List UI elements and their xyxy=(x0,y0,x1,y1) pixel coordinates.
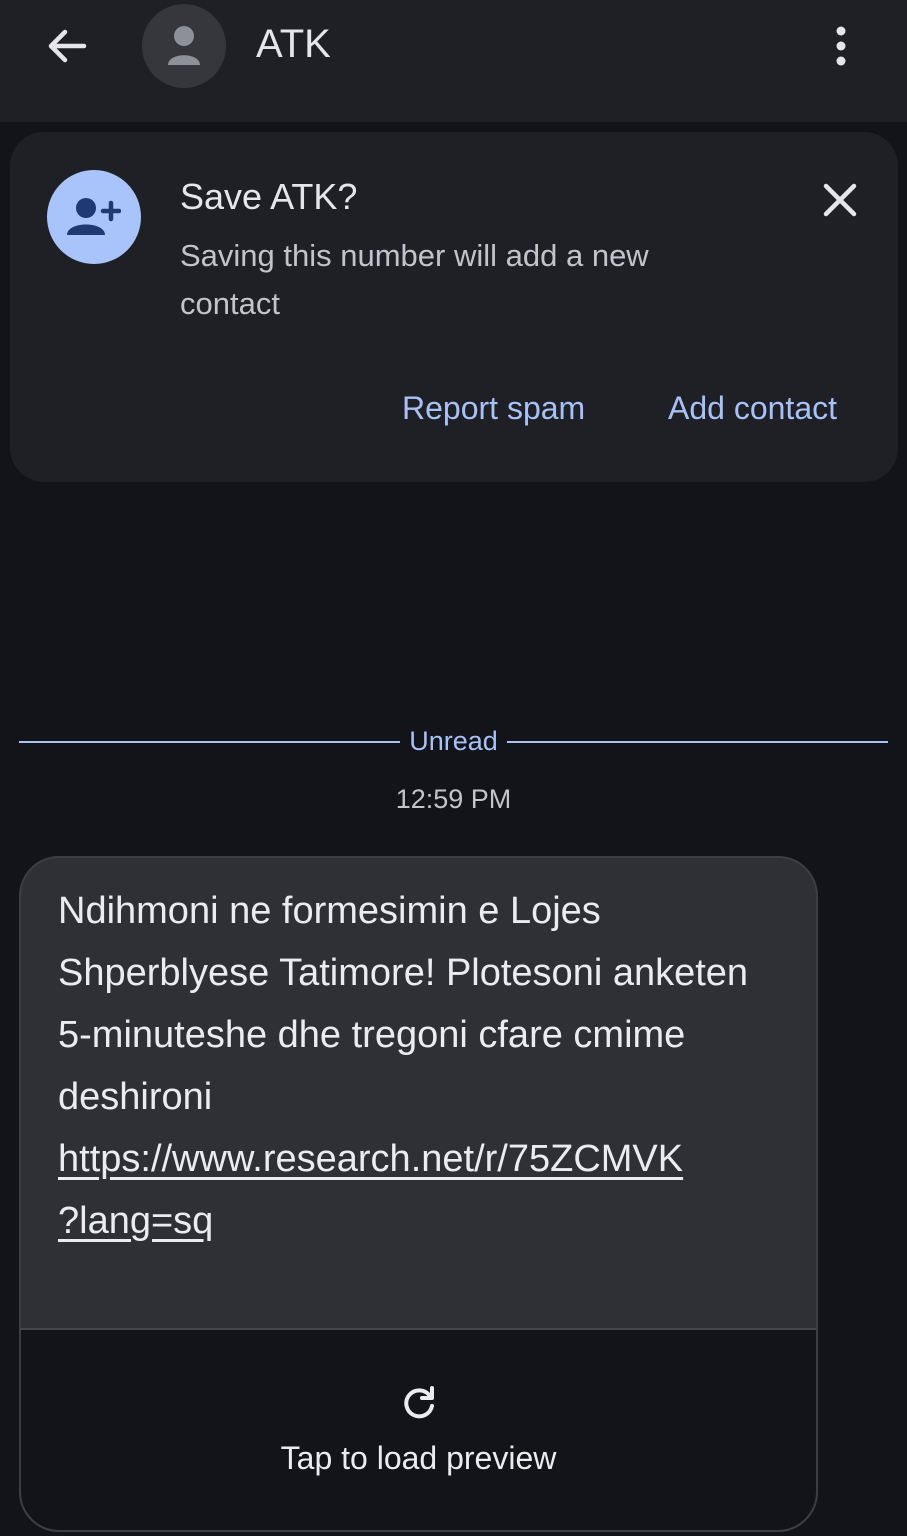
avatar[interactable] xyxy=(142,4,226,88)
person-icon xyxy=(168,26,200,65)
save-card-title: Save ATK? xyxy=(180,176,358,217)
more-vert-icon xyxy=(836,26,846,66)
save-card-description: Saving this number will add a new contac… xyxy=(180,238,649,321)
message-timestamp: 12:59 PM xyxy=(395,784,512,814)
arrow-left-icon xyxy=(48,29,87,63)
message-text: Ndihmoni ne formesimin e Lojes Shperblye… xyxy=(58,880,788,1252)
message-link[interactable]: https://www.research.net/r/75ZCMVK ?lang=… xyxy=(58,1138,683,1242)
unread-divider-left xyxy=(19,741,400,743)
back-button[interactable] xyxy=(36,20,96,72)
add-person-icon xyxy=(67,198,121,235)
link-preview-button[interactable]: Tap to load preview xyxy=(21,1328,816,1530)
save-contact-card: Save ATK? Saving this number will add a … xyxy=(10,132,898,482)
conversation-title: ATK xyxy=(256,22,331,66)
preview-label: Tap to load preview xyxy=(280,1440,557,1476)
unread-divider-right xyxy=(507,741,888,743)
top-app-bar: ATK xyxy=(0,0,907,122)
add-contact-button[interactable]: Add contact xyxy=(668,390,837,427)
unread-label: Unread xyxy=(409,726,498,756)
refresh-icon xyxy=(403,1386,434,1419)
message-bubble[interactable]: Ndihmoni ne formesimin e Lojes Shperblye… xyxy=(19,856,818,1532)
add-person-badge xyxy=(47,170,141,264)
close-icon xyxy=(823,183,857,217)
message-body: Ndihmoni ne formesimin e Lojes Shperblye… xyxy=(58,890,749,1118)
report-spam-button[interactable]: Report spam xyxy=(402,390,585,427)
more-options-button[interactable] xyxy=(816,20,866,72)
dismiss-button[interactable] xyxy=(814,174,866,226)
